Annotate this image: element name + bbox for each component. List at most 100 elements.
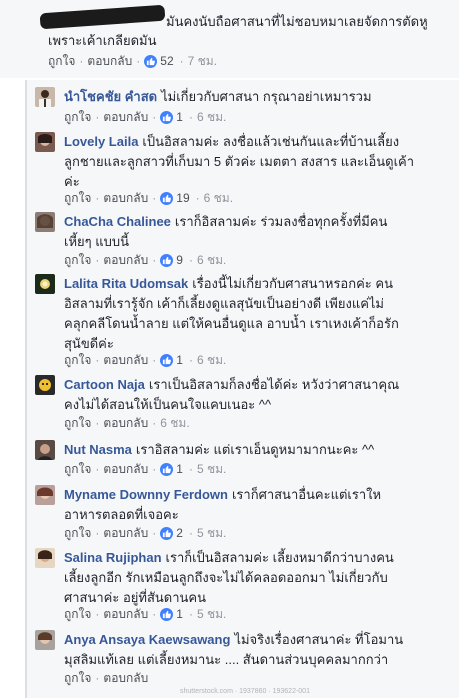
reply-actions: ถูกใจ · ตอบกลับ · 1 · 6 ชม. — [64, 108, 227, 126]
comment-time[interactable]: 6 ชม. — [197, 351, 226, 369]
reply-text: Myname Downny Ferdown เราก็ศาสนาอื่นคะแต่… — [64, 485, 449, 525]
reply-text: Lalita Rita Udomsak เรื่องนี้ไม่เกี่ยวกับ… — [64, 274, 449, 354]
like-icon — [160, 526, 174, 540]
like-count[interactable]: 1 — [176, 605, 183, 623]
reply-author[interactable]: Lovely Laila — [64, 134, 138, 149]
like-count[interactable]: 1 — [176, 351, 183, 369]
like-link[interactable]: ถูกใจ — [64, 414, 91, 432]
comment-time[interactable]: 6 ชม. — [160, 414, 189, 432]
reply-actions: ถูกใจ · ตอบกลับ · 1 · 5 ชม. — [64, 605, 227, 623]
like-count[interactable]: 52 — [160, 52, 173, 70]
comment-time[interactable]: 6 ชม. — [197, 108, 226, 126]
reply-link[interactable]: ตอบกลับ — [103, 524, 148, 542]
like-link[interactable]: ถูกใจ — [64, 108, 91, 126]
reply-link[interactable]: ตอบกลับ — [103, 605, 148, 623]
like-link[interactable]: ถูกใจ — [64, 351, 91, 369]
reply-body: เราอิสลามค่ะ แต่เราเอ็นดูหมามากนะคะ ^^ — [135, 442, 375, 457]
reply-body-line: ไม่จริงเรื่องศาสนาค่ะ ที่โอมาน — [234, 632, 404, 647]
parent-comment: มันคงนับถือศาสนาที่ไม่ชอบหมาเลยจัดการตัด… — [0, 0, 459, 78]
avatar[interactable] — [35, 630, 55, 650]
reply-link[interactable]: ตอบกลับ — [103, 414, 148, 432]
reply-link[interactable]: ตอบกลับ — [103, 460, 148, 478]
avatar[interactable] — [35, 375, 55, 395]
like-link[interactable]: ถูกใจ — [64, 460, 91, 478]
reply-text: Lovely Laila เป็นอิสลามค่ะ ลงชื่อแล้วเช่น… — [64, 132, 449, 192]
comment-time[interactable]: 6 ชม. — [197, 251, 226, 269]
avatar[interactable] — [35, 548, 55, 568]
comment-time[interactable]: 7 ชม. — [188, 52, 217, 70]
like-count[interactable]: 1 — [176, 460, 183, 478]
parent-comment-line-2: เพราะเค้าเกลียดมัน — [48, 33, 157, 48]
reply-body-line: มุสลิมแท้เลย แต่เลี้ยงหมานะ .... สันดานส… — [64, 652, 389, 667]
reply-actions: ถูกใจ · ตอบกลับ · 1 · 5 ชม. — [64, 460, 227, 478]
reply-author[interactable]: Anya Ansaya Kaewsawang — [64, 632, 230, 647]
like-link[interactable]: ถูกใจ — [48, 52, 75, 70]
reply-text: ChaCha Chalinee เราก็อิสลามค่ะ ร่วมลงชื่อ… — [64, 212, 449, 252]
reply-actions: ถูกใจ · ตอบกลับ · 1 · 6 ชม. — [64, 351, 227, 369]
reply-body-line: เราก็ศาสนาอื่นคะแต่เราให — [231, 487, 382, 502]
parent-comment-text: มันคงนับถือศาสนาที่ไม่ชอบหมาเลยจัดการตัด… — [48, 12, 448, 50]
reply-text: Salina Rujiphan เราก็เป็นอิสลามค่ะ เลี้ยง… — [64, 548, 449, 608]
reply-link[interactable]: ตอบกลับ — [103, 669, 148, 687]
reply-body-line: อิสลามที่เรารู้จัก เค้าก็เลี้ยงดูแลสุนัข… — [64, 296, 385, 311]
like-icon — [160, 253, 174, 267]
avatar[interactable] — [35, 212, 55, 232]
reply-author[interactable]: Myname Downny Ferdown — [64, 487, 228, 502]
reply-text: นำโชคชัย คำสด ไม่เกี่ยวกับศาสนา กรุณาอย่า… — [64, 87, 449, 107]
reply-link[interactable]: ตอบกลับ — [103, 351, 148, 369]
reply-body-line: เราเป็นอิสลามก็ลงชื่อได้ค่ะ หวังว่าศาสนา… — [148, 377, 400, 392]
reply-body-line: เลี้ยงลูกอีก รักเหมือนลูกถึงจะไม่ได้คลอด… — [64, 570, 388, 585]
reply-actions: ถูกใจ · ตอบกลับ · 19 · 6 ชม. — [64, 189, 234, 207]
like-icon — [160, 353, 174, 367]
like-icon — [144, 54, 158, 68]
avatar[interactable] — [35, 87, 55, 107]
reply-text: Anya Ansaya Kaewsawang ไม่จริงเรื่องศาสนา… — [64, 630, 449, 670]
like-count[interactable]: 2 — [176, 524, 183, 542]
reply-text: Nut Nasma เราอิสลามค่ะ แต่เราเอ็นดูหมามาก… — [64, 440, 449, 460]
comment-time[interactable]: 5 ชม. — [197, 605, 226, 623]
like-link[interactable]: ถูกใจ — [64, 605, 91, 623]
reply-body-line: เราก็เป็นอิสลามค่ะ เลี้ยงหมาดีกว่าบางคน — [165, 550, 394, 565]
parent-comment-actions: ถูกใจ · ตอบกลับ · 52 · 7 ชม. — [48, 52, 218, 70]
reply-author[interactable]: Cartoon Naja — [64, 377, 145, 392]
like-count[interactable]: 19 — [176, 189, 189, 207]
avatar[interactable] — [35, 485, 55, 505]
reply-author[interactable]: นำโชคชัย คำสด — [64, 89, 157, 104]
reply-body: ไม่เกี่ยวกับศาสนา กรุณาอย่าเหมารวม — [161, 89, 372, 104]
reply-link[interactable]: ตอบกลับ — [103, 251, 148, 269]
reply-link[interactable]: ตอบกลับ — [103, 108, 148, 126]
reply-author[interactable]: Salina Rujiphan — [64, 550, 162, 565]
reply-body-line: เหี้ยๆ แบบนี้ — [64, 234, 129, 249]
comment-time[interactable]: 6 ชม. — [204, 189, 233, 207]
like-link[interactable]: ถูกใจ — [64, 524, 91, 542]
like-icon — [160, 110, 174, 124]
like-link[interactable]: ถูกใจ — [64, 251, 91, 269]
comment-time[interactable]: 5 ชม. — [197, 524, 226, 542]
reply-body-line: คงไม่ได้สอนให้เป็นคนใจแคบเนอะ ^^ — [64, 397, 272, 412]
reply-body-line: คลุกคลีโดนน้ำลาย แต่ให้คนอื่นดูแล อาบน้ำ… — [64, 316, 399, 331]
like-icon — [160, 191, 174, 205]
reply-body-line: เราก็อิสลามค่ะ ร่วมลงชื่อทุกครั้งที่มีคน — [174, 214, 388, 229]
reply-body-line: อาหารตลอดที่เจอคะ — [64, 507, 179, 522]
reply-author[interactable]: Nut Nasma — [64, 442, 132, 457]
avatar[interactable] — [35, 274, 55, 294]
like-count[interactable]: 1 — [176, 108, 183, 126]
reply-actions: ถูกใจ · ตอบกลับ · 9 · 6 ชม. — [64, 251, 227, 269]
reply-text: Cartoon Naja เราเป็นอิสลามก็ลงชื่อได้ค่ะ … — [64, 375, 449, 415]
like-link[interactable]: ถูกใจ — [64, 189, 91, 207]
like-count[interactable]: 9 — [176, 251, 183, 269]
comment-time[interactable]: 5 ชม. — [197, 460, 226, 478]
reply-body-line: เรื่องนี้ไม่เกี่ยวกับศาสนาหรอกค่ะ คน — [192, 276, 393, 291]
reply-actions: ถูกใจ · ตอบกลับ · 6 ชม. — [64, 414, 190, 432]
reply-link[interactable]: ตอบกลับ — [103, 189, 148, 207]
avatar[interactable] — [35, 440, 55, 460]
avatar[interactable] — [35, 132, 55, 152]
like-icon — [160, 462, 174, 476]
reply-author[interactable]: Lalita Rita Udomsak — [64, 276, 188, 291]
reply-thread-line — [25, 80, 27, 698]
reply-author[interactable]: ChaCha Chalinee — [64, 214, 171, 229]
reply-link[interactable]: ตอบกลับ — [87, 52, 132, 70]
like-link[interactable]: ถูกใจ — [64, 669, 91, 687]
reply-actions: ถูกใจ · ตอบกลับ — [64, 669, 149, 687]
reply-body-line: ลูกชายและลูกสาวที่เก็บมา 5 ตัวค่ะ เมตตา … — [64, 154, 415, 169]
